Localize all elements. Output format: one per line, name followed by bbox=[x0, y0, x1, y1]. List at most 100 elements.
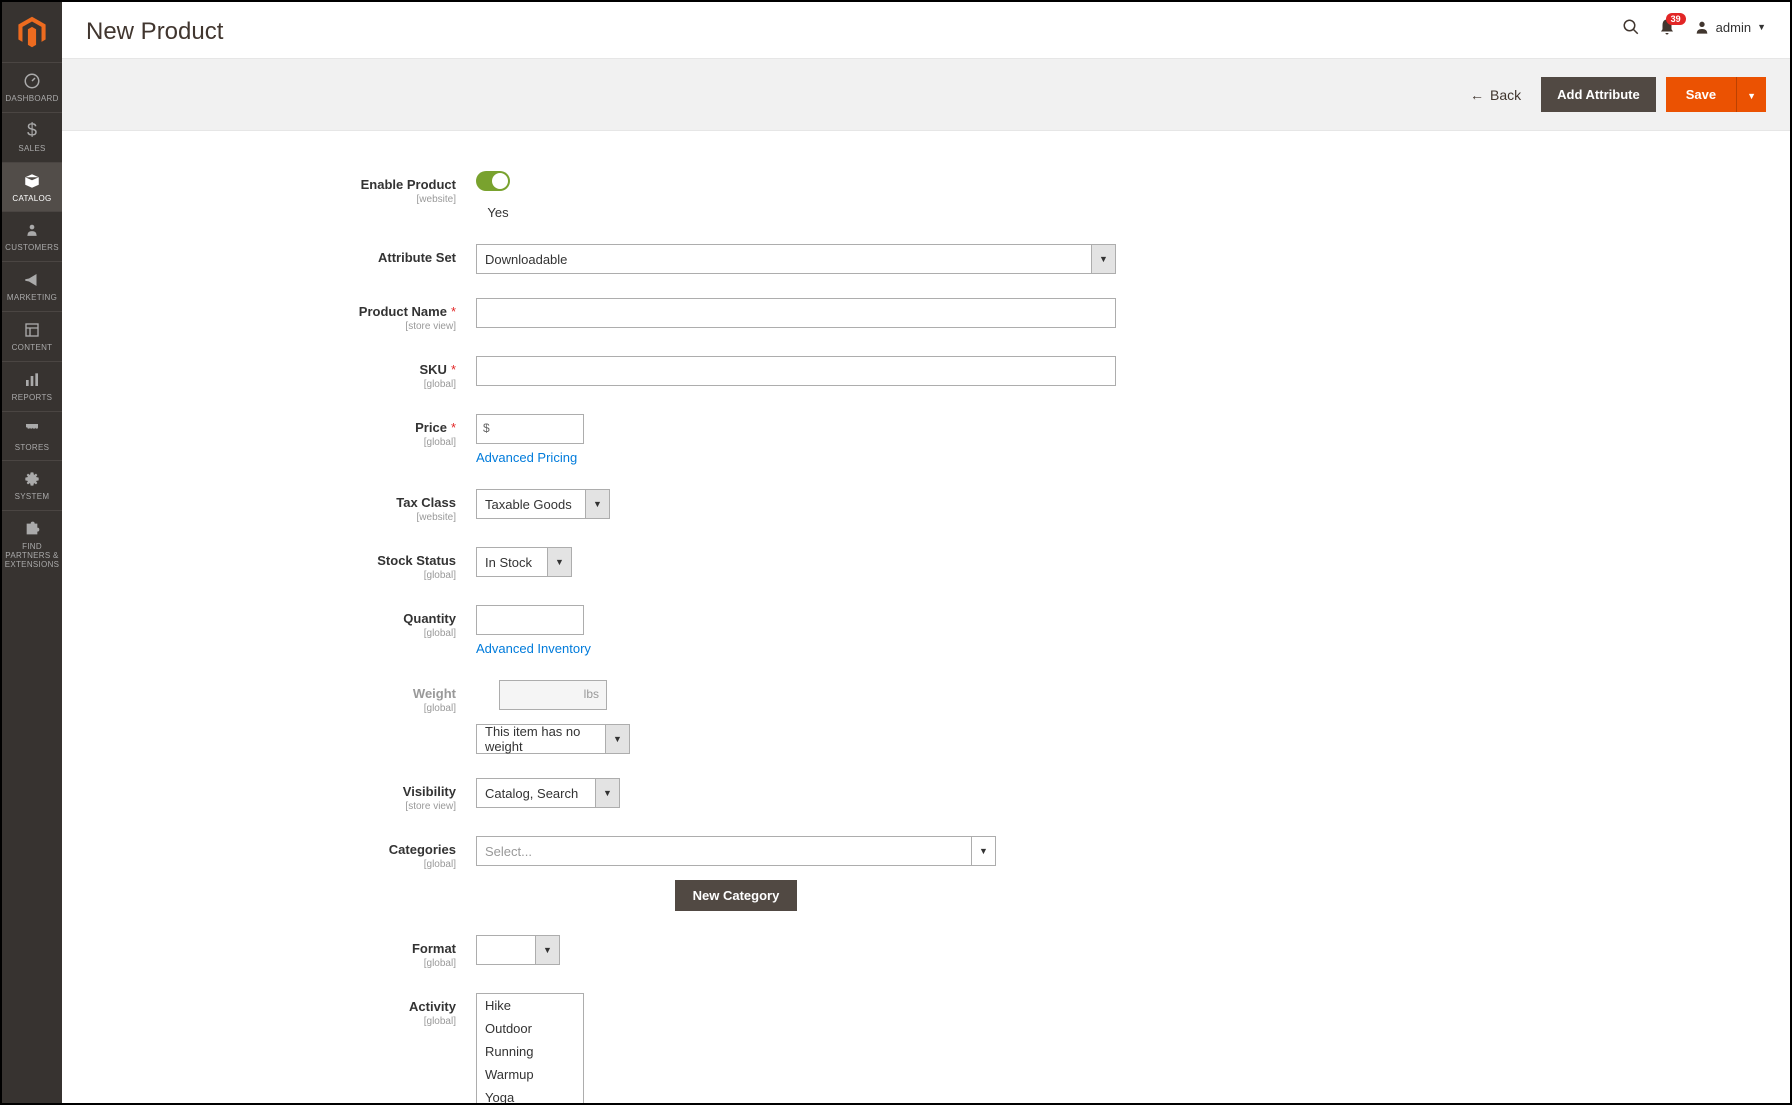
nav-stores[interactable]: STORES bbox=[2, 411, 62, 461]
product-form: Enable Product [website] Yes Attribute S… bbox=[62, 131, 1790, 1103]
enable-product-toggle[interactable] bbox=[476, 171, 510, 191]
weight-unit: lbs bbox=[584, 687, 599, 701]
search-button[interactable] bbox=[1622, 18, 1640, 36]
arrow-left-icon: ← bbox=[1470, 87, 1484, 103]
categories-label: Categories bbox=[389, 842, 456, 857]
activity-multiselect[interactable]: Hike Outdoor Running Warmup Yoga Recreat… bbox=[476, 993, 584, 1103]
action-bar: ← Back Add Attribute Save ▼ bbox=[62, 58, 1790, 131]
activity-option[interactable]: Warmup bbox=[477, 1063, 583, 1086]
visibility-label: Visibility bbox=[403, 784, 456, 799]
tax-class-select[interactable]: Taxable Goods ▼ bbox=[476, 489, 610, 519]
bars-icon bbox=[24, 370, 40, 390]
scope-hint: [global] bbox=[86, 703, 456, 714]
scope-hint: [global] bbox=[86, 628, 456, 639]
nav-system[interactable]: SYSTEM bbox=[2, 460, 62, 510]
required-marker: * bbox=[451, 304, 456, 319]
product-name-label: Product Name bbox=[359, 304, 447, 319]
required-marker: * bbox=[451, 420, 456, 435]
scope-hint: [global] bbox=[86, 437, 456, 448]
weight-label: Weight bbox=[413, 686, 456, 701]
nav-customers[interactable]: CUSTOMERS bbox=[2, 211, 62, 261]
visibility-select[interactable]: Catalog, Search ▼ bbox=[476, 778, 620, 808]
quantity-label: Quantity bbox=[403, 611, 456, 626]
chevron-down-icon: ▼ bbox=[606, 724, 630, 754]
chevron-down-icon: ▼ bbox=[1757, 22, 1766, 32]
sku-label: SKU bbox=[419, 362, 446, 377]
stock-status-label: Stock Status bbox=[377, 553, 456, 568]
save-split-button: Save ▼ bbox=[1666, 77, 1766, 112]
sku-input[interactable] bbox=[476, 356, 1116, 386]
nav-reports[interactable]: REPORTS bbox=[2, 361, 62, 411]
nav-content[interactable]: CONTENT bbox=[2, 311, 62, 361]
nav-sales[interactable]: $ SALES bbox=[2, 112, 62, 162]
activity-label: Activity bbox=[409, 999, 456, 1014]
product-name-input[interactable] bbox=[476, 298, 1116, 328]
main-content: New Product 39 admin ▼ ← Back bbox=[62, 2, 1790, 1103]
gear-icon bbox=[24, 469, 40, 489]
megaphone-icon bbox=[23, 270, 41, 290]
topbar: New Product 39 admin ▼ bbox=[62, 2, 1790, 58]
layout-icon bbox=[24, 320, 40, 340]
add-attribute-button[interactable]: Add Attribute bbox=[1541, 77, 1656, 112]
back-button[interactable]: ← Back bbox=[1470, 87, 1521, 103]
format-label: Format bbox=[412, 941, 456, 956]
enable-product-label: Enable Product bbox=[361, 177, 456, 192]
chevron-down-icon: ▼ bbox=[596, 778, 620, 808]
scope-hint: [global] bbox=[86, 570, 456, 581]
notification-count: 39 bbox=[1666, 13, 1686, 25]
gauge-icon bbox=[23, 71, 41, 91]
categories-select[interactable]: Select... ▼ bbox=[476, 836, 996, 866]
box-icon bbox=[23, 171, 41, 191]
scope-hint: [global] bbox=[86, 958, 456, 969]
nav-marketing[interactable]: MARKETING bbox=[2, 261, 62, 311]
attribute-set-select[interactable]: Downloadable ▼ bbox=[476, 244, 1116, 274]
nav-dashboard[interactable]: DASHBOARD bbox=[2, 62, 62, 112]
scope-hint: [global] bbox=[86, 859, 456, 870]
save-dropdown-toggle[interactable]: ▼ bbox=[1737, 77, 1766, 112]
store-icon bbox=[23, 420, 41, 440]
chevron-down-icon: ▼ bbox=[1092, 244, 1116, 274]
user-menu[interactable]: admin ▼ bbox=[1694, 19, 1766, 35]
user-icon bbox=[1694, 19, 1710, 35]
nav-catalog[interactable]: CATALOG bbox=[2, 162, 62, 212]
activity-option[interactable]: Outdoor bbox=[477, 1017, 583, 1040]
search-icon bbox=[1622, 18, 1640, 36]
tax-class-label: Tax Class bbox=[396, 495, 456, 510]
advanced-inventory-link[interactable]: Advanced Inventory bbox=[476, 641, 591, 656]
chevron-down-icon: ▼ bbox=[548, 547, 572, 577]
person-icon bbox=[25, 220, 39, 240]
user-name: admin bbox=[1716, 20, 1751, 35]
format-select[interactable]: ▼ bbox=[476, 935, 560, 965]
save-button[interactable]: Save bbox=[1666, 77, 1737, 112]
puzzle-icon bbox=[24, 519, 40, 539]
chevron-down-icon: ▼ bbox=[972, 836, 996, 866]
scope-hint: [store view] bbox=[86, 801, 456, 812]
scope-hint: [store view] bbox=[86, 321, 456, 332]
nav-partners[interactable]: FIND PARTNERS & EXTENSIONS bbox=[2, 510, 62, 577]
new-category-button[interactable]: New Category bbox=[675, 880, 798, 911]
chevron-down-icon: ▼ bbox=[1747, 91, 1756, 101]
has-weight-select[interactable]: This item has no weight ▼ bbox=[476, 724, 630, 754]
scope-hint: [global] bbox=[86, 379, 456, 390]
price-input[interactable] bbox=[476, 414, 584, 444]
stock-status-select[interactable]: In Stock ▼ bbox=[476, 547, 572, 577]
admin-sidebar: DASHBOARD $ SALES CATALOG CUSTOMERS MARK… bbox=[2, 2, 62, 1103]
scope-hint: [global] bbox=[86, 1016, 456, 1027]
magento-logo[interactable] bbox=[12, 12, 52, 52]
toggle-value-label: Yes bbox=[487, 205, 508, 220]
activity-option[interactable]: Running bbox=[477, 1040, 583, 1063]
chevron-down-icon: ▼ bbox=[536, 935, 560, 965]
currency-symbol: $ bbox=[483, 421, 490, 435]
chevron-down-icon: ▼ bbox=[586, 489, 610, 519]
page-title: New Product bbox=[86, 18, 223, 46]
advanced-pricing-link[interactable]: Advanced Pricing bbox=[476, 450, 577, 465]
notifications-button[interactable]: 39 bbox=[1658, 18, 1676, 36]
required-marker: * bbox=[451, 362, 456, 377]
activity-option[interactable]: Hike bbox=[477, 994, 583, 1017]
quantity-input[interactable] bbox=[476, 605, 584, 635]
scope-hint: [website] bbox=[86, 194, 456, 205]
dollar-icon: $ bbox=[27, 121, 37, 141]
activity-option[interactable]: Yoga bbox=[477, 1086, 583, 1103]
attribute-set-label: Attribute Set bbox=[378, 250, 456, 265]
scope-hint: [website] bbox=[86, 512, 456, 523]
